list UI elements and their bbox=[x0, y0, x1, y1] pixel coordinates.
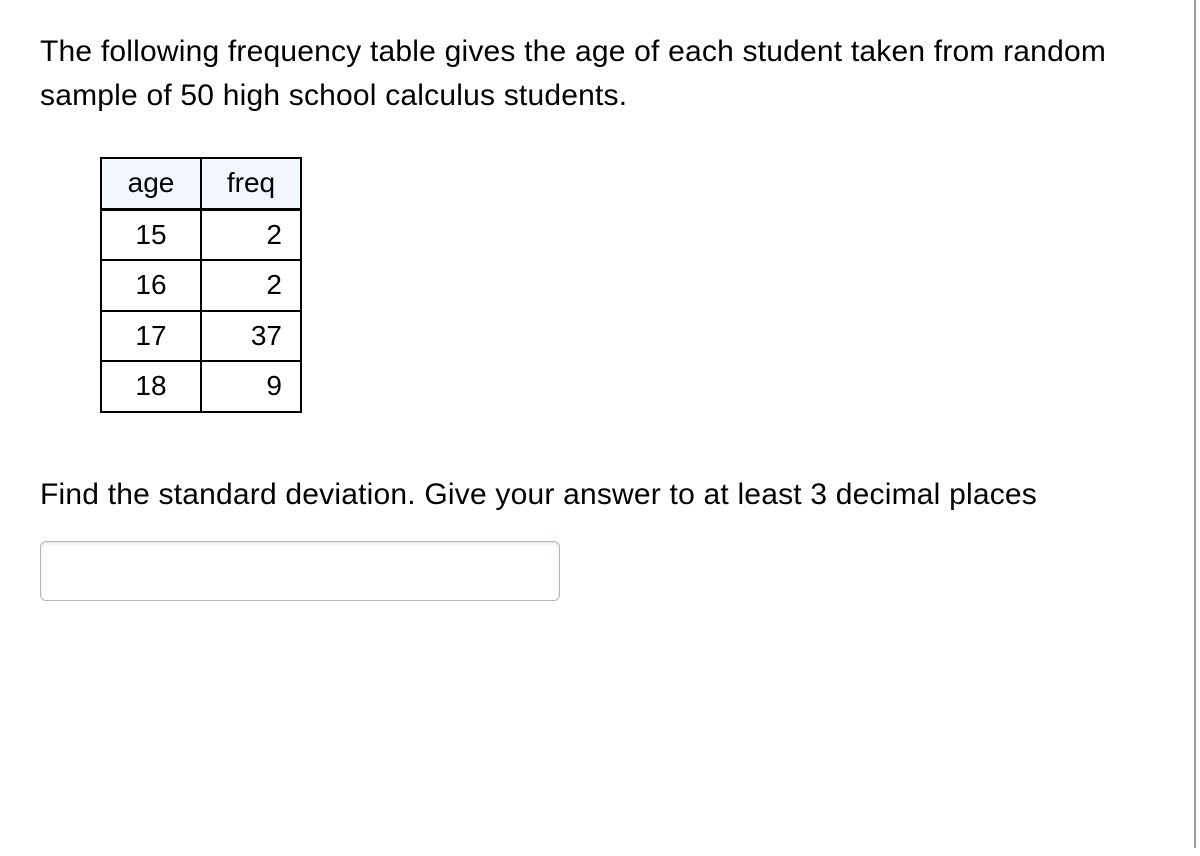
table-cell-age: 17 bbox=[101, 311, 201, 362]
table-row: 17 37 bbox=[101, 311, 301, 362]
frequency-table-wrapper: age freq 15 2 16 2 17 37 18 9 bbox=[100, 157, 1160, 413]
table-cell-age: 15 bbox=[101, 209, 201, 260]
table-cell-freq: 2 bbox=[201, 209, 301, 260]
table-cell-freq: 9 bbox=[201, 361, 301, 412]
table-header-row: age freq bbox=[101, 158, 301, 209]
table-header-age: age bbox=[101, 158, 201, 209]
table-row: 18 9 bbox=[101, 361, 301, 412]
question-text: Find the standard deviation. Give your a… bbox=[40, 473, 1160, 517]
answer-input[interactable] bbox=[40, 541, 560, 601]
table-cell-age: 18 bbox=[101, 361, 201, 412]
frequency-table: age freq 15 2 16 2 17 37 18 9 bbox=[100, 157, 302, 413]
table-row: 15 2 bbox=[101, 209, 301, 260]
table-cell-age: 16 bbox=[101, 260, 201, 311]
table-row: 16 2 bbox=[101, 260, 301, 311]
table-cell-freq: 37 bbox=[201, 311, 301, 362]
table-header-freq: freq bbox=[201, 158, 301, 209]
page-divider bbox=[1194, 0, 1196, 848]
prompt-text: The following frequency table gives the … bbox=[40, 30, 1160, 117]
table-cell-freq: 2 bbox=[201, 260, 301, 311]
